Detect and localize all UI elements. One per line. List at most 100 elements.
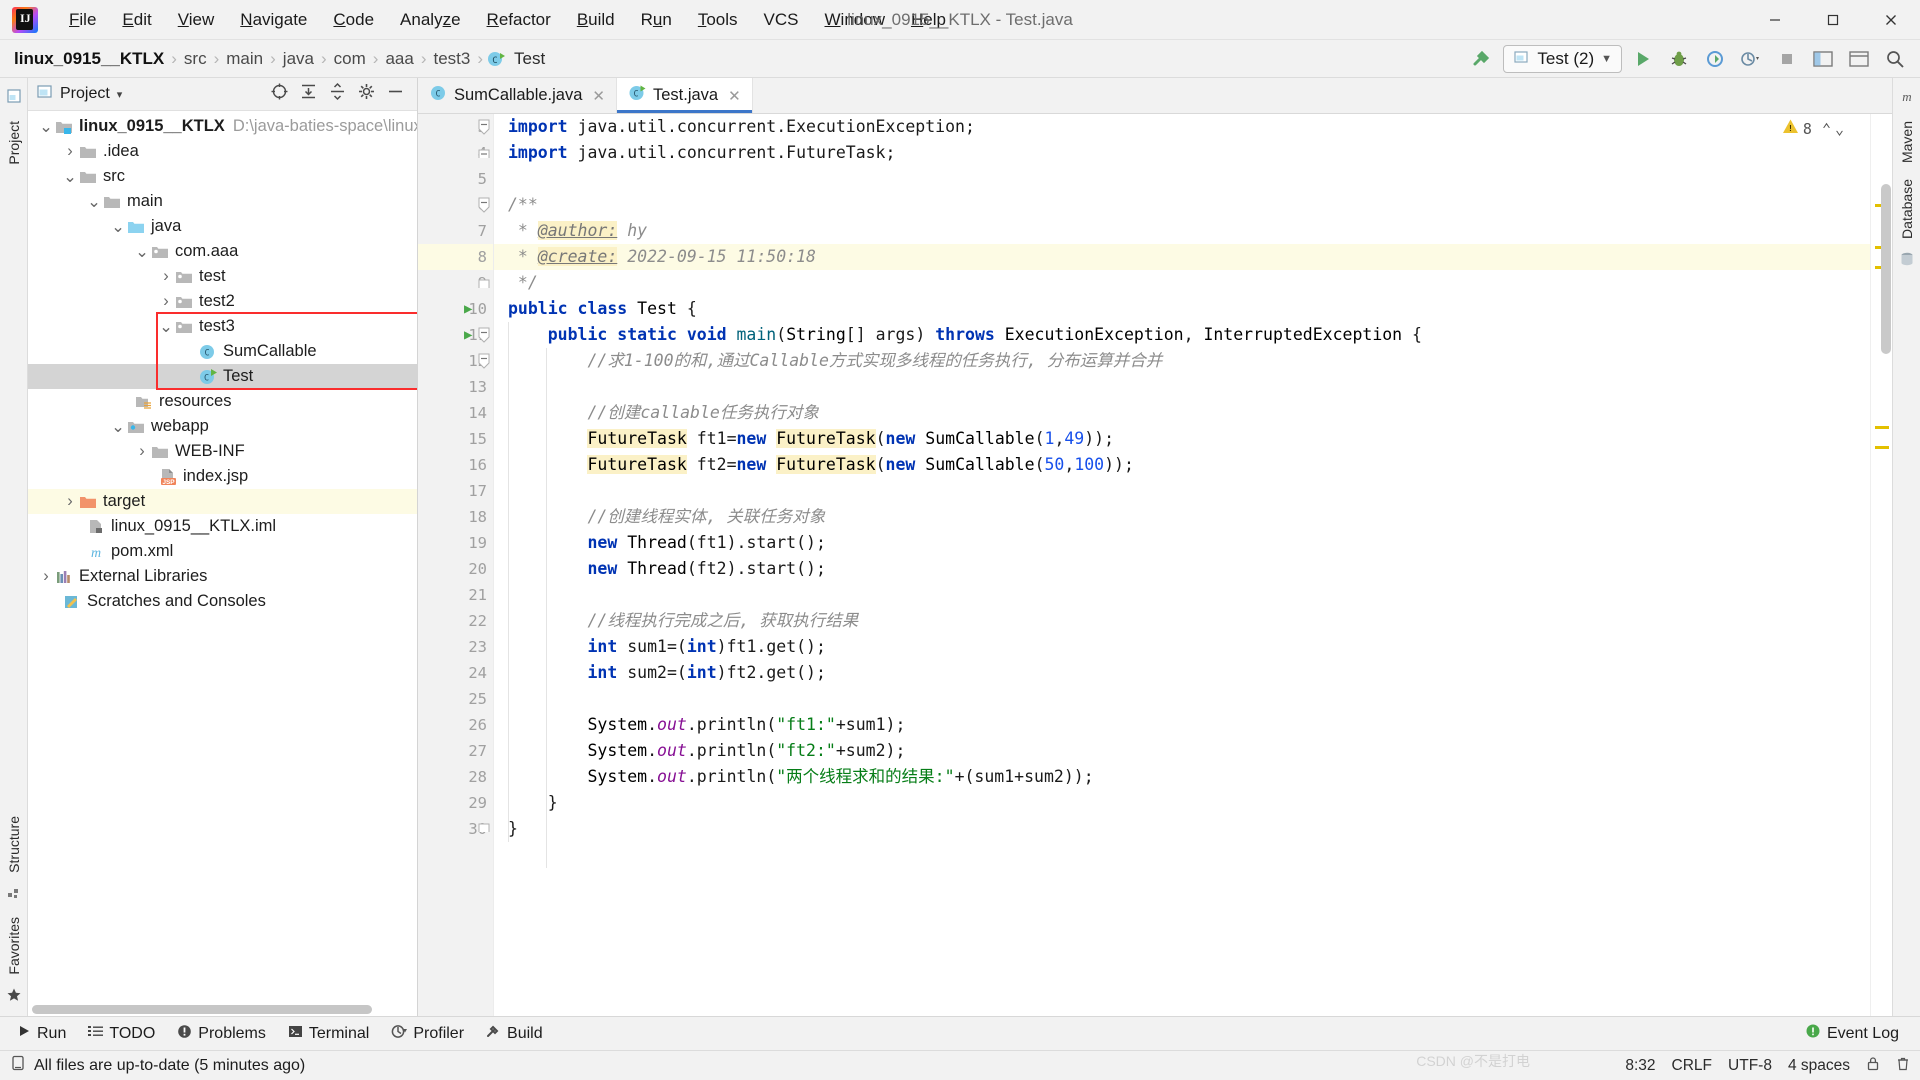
tree-item-src[interactable]: ⌄ src (28, 164, 417, 189)
menu-tools[interactable]: Tools (685, 6, 751, 34)
tree-item-com-aaa[interactable]: ⌄ com.aaa (28, 239, 417, 264)
breadcrumb-item-project[interactable]: linux_0915__KTLX (10, 47, 168, 71)
fold-marker-icon[interactable] (477, 119, 491, 135)
code-text[interactable]: import import java.util.concurrent.Execu… (494, 114, 1870, 1016)
tree-item-iml[interactable]: linux_0915__KTLX.iml (28, 514, 417, 539)
run-button[interactable] (1628, 45, 1658, 73)
right-strip-tab-database[interactable]: Database (1896, 171, 1918, 247)
menu-build[interactable]: Build (564, 6, 628, 34)
menu-window[interactable]: Window (812, 6, 898, 34)
menu-navigate[interactable]: Navigate (227, 6, 320, 34)
right-strip-tab-maven[interactable]: Maven (1896, 113, 1918, 171)
maximize-button[interactable] (1804, 0, 1862, 40)
search-icon[interactable] (1880, 45, 1910, 73)
tree-item-resources[interactable]: resources (28, 389, 417, 414)
menu-help[interactable]: Help (898, 6, 959, 34)
chevron-down-icon[interactable]: ⌄ (38, 118, 54, 136)
build-hammer-icon[interactable] (1467, 45, 1497, 73)
breadcrumb-item-aaa[interactable]: aaa (381, 47, 417, 71)
run-configuration-selector[interactable]: Test (2) ▼ (1503, 44, 1622, 73)
inspection-widget[interactable]: ! 8 ⌃ ⌄ (1782, 118, 1844, 139)
trash-icon[interactable] (1896, 1056, 1910, 1076)
run-with-coverage-button[interactable] (1700, 45, 1730, 73)
breadcrumb-item-test3[interactable]: test3 (430, 47, 475, 71)
menu-file[interactable]: FFileile (56, 6, 109, 34)
chevron-right-icon[interactable]: › (62, 492, 78, 510)
project-tree[interactable]: ⌄ linux_0915__KTLX D:\java-baties-space\… (28, 111, 417, 1016)
breadcrumb-item-src[interactable]: src (180, 47, 211, 71)
fold-marker-icon[interactable] (477, 327, 491, 343)
tree-item-external-libraries[interactable]: › External Libraries (28, 564, 417, 589)
left-strip-tab-structure[interactable]: Structure (3, 808, 25, 881)
next-problem-icon[interactable]: ⌄ (1835, 120, 1844, 138)
prev-problem-icon[interactable]: ⌃ (1822, 120, 1831, 138)
breadcrumb-item-main[interactable]: main (222, 47, 267, 71)
file-encoding[interactable]: UTF-8 (1728, 1057, 1772, 1075)
fold-marker-icon[interactable] (477, 147, 491, 161)
chevron-down-icon[interactable]: ▾ (117, 88, 123, 101)
tree-item-pom-xml[interactable]: m pom.xml (28, 539, 417, 564)
tree-item-test3[interactable]: ⌄ test3 (28, 314, 417, 339)
tree-item-main[interactable]: ⌄ main (28, 189, 417, 214)
line-number-gutter[interactable]: 3 4 5 6 7 8 9 ▶ 10 ▶ 11 12 1 (418, 114, 494, 1016)
gear-icon[interactable] (357, 82, 376, 106)
run-gutter-icon[interactable]: ▶ (464, 301, 472, 317)
minimize-button[interactable] (1746, 0, 1804, 40)
tree-item-scratches-and-consoles[interactable]: Scratches and Consoles (28, 589, 417, 614)
menu-edit[interactable]: Edit (109, 6, 164, 34)
breadcrumb-item-java[interactable]: java (279, 47, 318, 71)
chevron-right-icon[interactable]: › (134, 442, 150, 460)
line-separator[interactable]: CRLF (1672, 1057, 1712, 1075)
tree-item-webapp[interactable]: ⌄ webapp (28, 414, 417, 439)
hide-icon[interactable] (386, 82, 405, 106)
updates-icon[interactable] (1844, 45, 1874, 73)
chevron-right-icon[interactable]: › (158, 267, 174, 285)
tree-item-idea[interactable]: › .idea (28, 139, 417, 164)
menu-refactor[interactable]: Refactor (474, 6, 564, 34)
code-editor[interactable]: 3 4 5 6 7 8 9 ▶ 10 ▶ 11 12 1 (418, 114, 1892, 1016)
profile-button[interactable] (1736, 45, 1766, 73)
editor-tab-SumCallable[interactable]: C SumCallable.java ✕ (418, 78, 617, 113)
tree-item-WEB-INF[interactable]: › WEB-INF (28, 439, 417, 464)
stop-button[interactable] (1772, 45, 1802, 73)
menu-analyze[interactable]: Analyze (387, 6, 474, 34)
bottom-tab-todo[interactable]: TODO (79, 1021, 164, 1046)
fold-marker-icon[interactable] (477, 277, 491, 291)
scroll-from-source-icon[interactable] (270, 82, 289, 106)
chevron-down-icon[interactable]: ⌄ (134, 243, 150, 261)
tree-item-target[interactable]: › target (28, 489, 417, 514)
layout-settings-icon[interactable] (1808, 45, 1838, 73)
chevron-down-icon[interactable]: ⌄ (110, 418, 126, 436)
bottom-tab-run[interactable]: Run (8, 1021, 75, 1046)
line-number-with-run-marker[interactable]: ▶ 10 (418, 296, 493, 322)
menu-code[interactable]: Code (320, 6, 387, 34)
tree-item-linux_0915__KTLX[interactable]: ⌄ linux_0915__KTLX D:\java-baties-space\… (28, 114, 417, 139)
fold-marker-icon[interactable] (477, 821, 491, 835)
editor-marker-gutter[interactable] (1870, 114, 1892, 1016)
chevron-right-icon[interactable]: › (62, 142, 78, 160)
menu-run[interactable]: Run (628, 6, 685, 34)
chevron-down-icon[interactable]: ⌄ (62, 168, 78, 186)
menu-vcs[interactable]: VCS (751, 6, 812, 34)
left-strip-tab-favorites[interactable]: Favorites (3, 909, 25, 983)
event-log-button[interactable]: Event Log (1796, 1020, 1908, 1047)
chevron-right-icon[interactable]: › (158, 292, 174, 310)
tree-item-test[interactable]: › test (28, 264, 417, 289)
fold-marker-icon[interactable] (477, 197, 491, 213)
chevron-right-icon[interactable]: › (38, 567, 54, 585)
editor-tab-Test[interactable]: C Test.java ✕ (616, 78, 753, 113)
breadcrumb-item-com[interactable]: com (330, 47, 370, 71)
bottom-tab-build[interactable]: Build (477, 1021, 552, 1047)
close-icon[interactable]: ✕ (728, 87, 741, 105)
editor-vertical-scrollbar[interactable] (1881, 184, 1891, 354)
chevron-down-icon[interactable]: ⌄ (86, 193, 102, 211)
left-strip-tab-project[interactable]: Project (3, 113, 25, 173)
close-icon[interactable]: ✕ (592, 87, 605, 105)
chevron-down-icon[interactable]: ⌄ (158, 318, 174, 336)
tree-item-Test[interactable]: C Test (28, 364, 417, 389)
menu-view[interactable]: View (165, 6, 228, 34)
run-gutter-icon[interactable]: ▶ (464, 327, 472, 343)
expand-all-icon[interactable] (328, 82, 347, 106)
tree-item-java[interactable]: ⌄ java (28, 214, 417, 239)
bottom-tab-terminal[interactable]: Terminal (279, 1021, 378, 1047)
